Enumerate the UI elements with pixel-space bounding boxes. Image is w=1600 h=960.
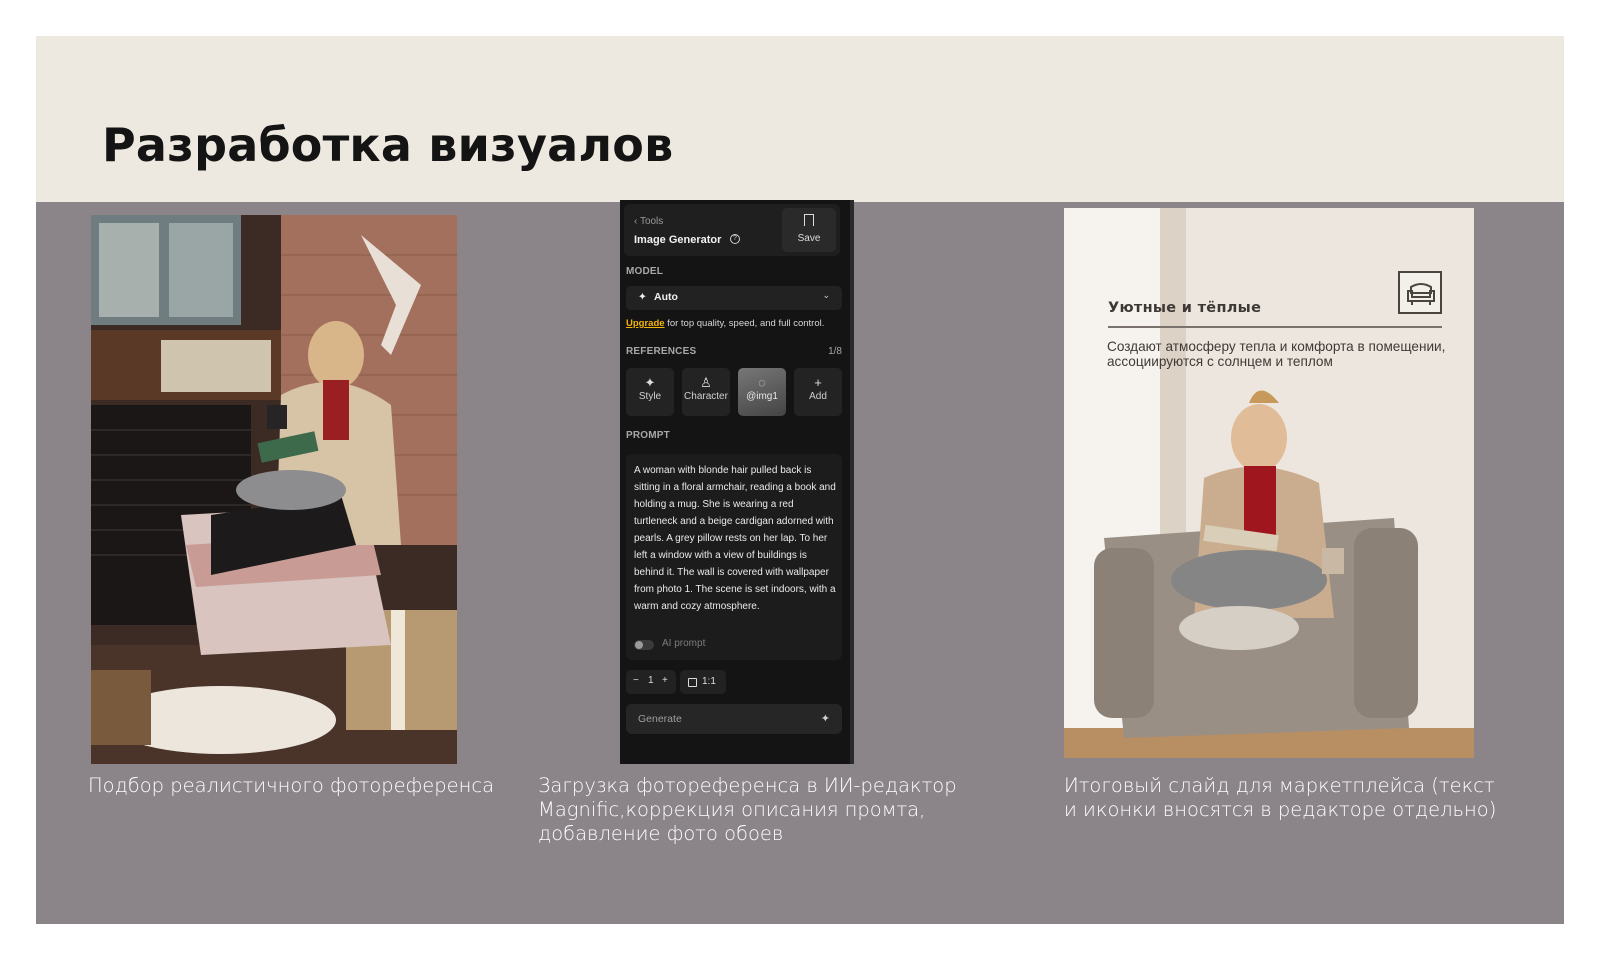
step-caption-1: Подбор реалистичного фотореференса [88, 774, 495, 797]
chevron-down-icon: ⌄ [822, 290, 830, 300]
back-to-tools-link[interactable]: ‹ Tools [634, 216, 663, 227]
reference-photo-illustration [91, 215, 457, 764]
decrement-button[interactable]: − [633, 675, 639, 686]
final-slide-description: Создают атмосферу тепла и комфорта в пом… [1107, 339, 1446, 369]
aspect-ratio-button[interactable]: 1:1 [680, 670, 726, 694]
increment-button[interactable]: + [662, 675, 668, 686]
final-slide-heading: Уютные и тёплые [1108, 300, 1262, 316]
help-icon[interactable]: ? [730, 234, 740, 244]
loading-spinner-icon: ◌ [758, 375, 766, 390]
plus-icon: + [814, 375, 822, 390]
image-count-value: 1 [648, 675, 654, 686]
panel-title: Image Generator [634, 234, 722, 246]
reference-character-button[interactable]: ♙ Character [682, 368, 730, 416]
prompt-text: A woman with blonde hair pulled back is … [634, 465, 836, 612]
sparkle-icon: ✦ [638, 291, 647, 303]
model-section-label: MODEL [626, 266, 664, 277]
reference-style-button[interactable]: ✦ Style [626, 368, 674, 416]
step-caption-2: Загрузка фотореференса в ИИ-редактор Mag… [538, 774, 957, 845]
bookmark-icon [804, 214, 814, 226]
image-generator-panel: ‹ Tools Image Generator ? Save MODEL ✦ A… [620, 200, 854, 764]
ai-prompt-toggle[interactable] [634, 640, 654, 650]
image-count-stepper: − 1 + [626, 670, 676, 694]
armchair-icon [1398, 271, 1442, 314]
character-icon: ♙ [700, 375, 712, 390]
upgrade-link[interactable]: Upgrade [626, 318, 665, 329]
prompt-section-label: PROMPT [626, 430, 670, 441]
save-button[interactable]: Save [782, 208, 836, 252]
slide-title: Разработка визуалов [102, 118, 674, 172]
step-caption-3: Итоговый слайд для маркетплейса (текст и… [1064, 774, 1497, 821]
references-section-label: REFERENCES [626, 346, 697, 357]
sparkle-icon: ✦ [820, 713, 830, 725]
slide-header: Разработка визуалов [36, 36, 1564, 202]
reference-add-button[interactable]: + Add [794, 368, 842, 416]
final-slide-divider [1108, 326, 1442, 328]
model-value: Auto [654, 291, 678, 303]
model-dropdown[interactable]: ✦ Auto ⌄ [626, 286, 842, 310]
generate-button[interactable]: Generate ✦ [626, 704, 842, 734]
upgrade-notice: Upgrade for top quality, speed, and full… [626, 318, 825, 329]
prompt-textarea[interactable]: A woman with blonde hair pulled back is … [626, 454, 842, 660]
panel-header: ‹ Tools Image Generator ? Save [624, 204, 840, 256]
references-row: ✦ Style ♙ Character ◌ @img1 + Add [626, 368, 842, 416]
style-icon: ✦ [644, 375, 656, 390]
reference-image-thumbnail[interactable]: ◌ @img1 [738, 368, 786, 416]
ai-prompt-label: AI prompt [662, 638, 706, 649]
aspect-ratio-icon [688, 678, 697, 687]
references-count: 1/8 [828, 346, 842, 357]
reference-photo [91, 215, 457, 764]
